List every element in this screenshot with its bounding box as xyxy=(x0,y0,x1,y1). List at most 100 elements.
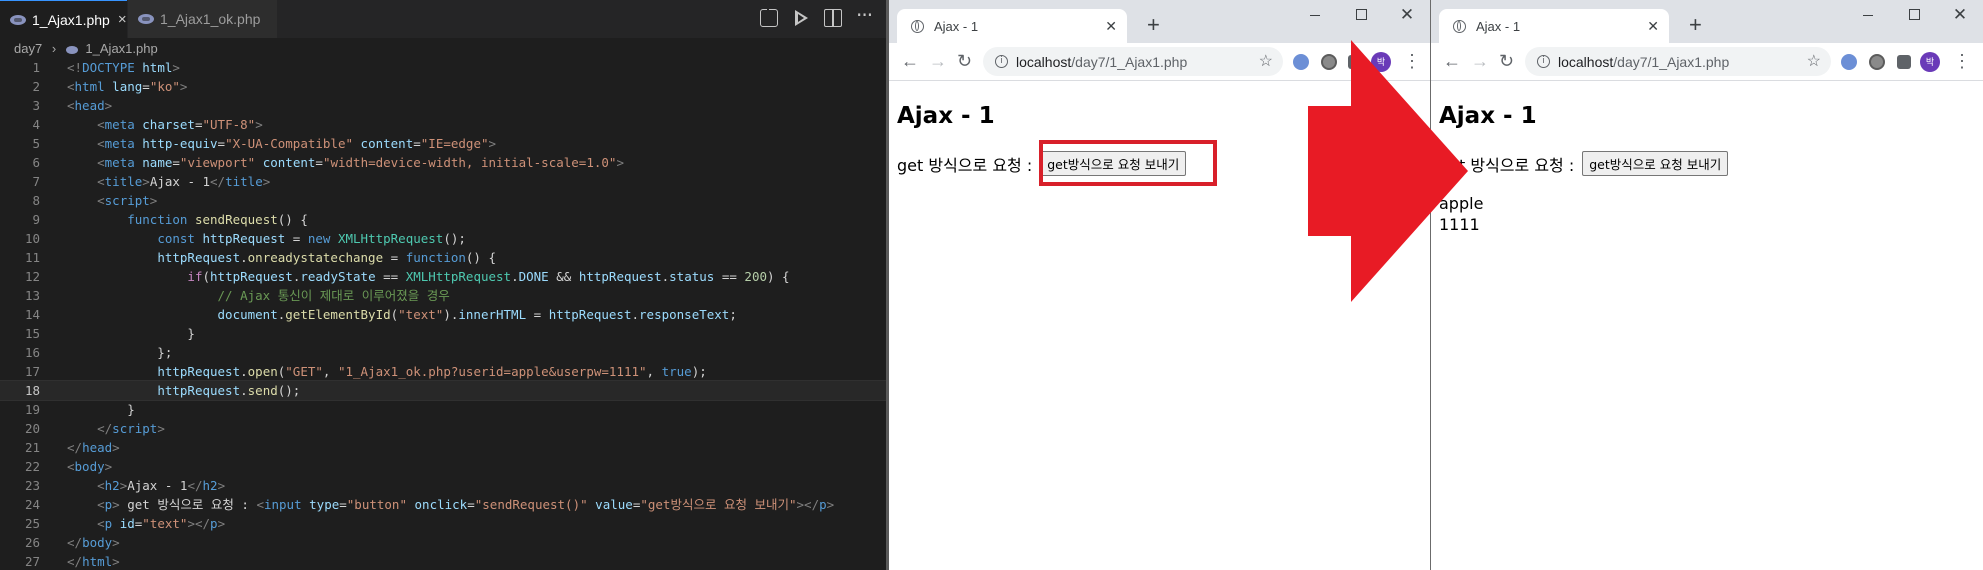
address-bar[interactable]: i localhost/day7/1_Ajax1.php ☆ xyxy=(983,47,1283,76)
code-line[interactable]: 20 </script> xyxy=(0,419,886,438)
code-token: content xyxy=(262,155,316,170)
tab-1-ajax1-ok-php[interactable]: 1_Ajax1_ok.php xyxy=(127,0,277,38)
code-line[interactable]: 26 </body> xyxy=(0,533,886,552)
browser-tab-title: Ajax - 1 xyxy=(934,18,979,34)
code-token: body xyxy=(82,535,113,550)
tab-1-ajax1-php[interactable]: 1_Ajax1.php × xyxy=(0,0,127,38)
code-token: "get방식으로 요청 보내기" xyxy=(640,497,797,512)
new-tab-icon[interactable]: + xyxy=(1147,12,1160,38)
code-line[interactable]: 8 <script> xyxy=(0,191,886,210)
maximize-icon[interactable] xyxy=(1338,0,1384,30)
code-line[interactable]: 24 <p> get 방식으로 요청 : <input type="button… xyxy=(0,495,886,514)
split-editor-icon[interactable] xyxy=(824,9,842,27)
new-tab-icon[interactable]: + xyxy=(1689,12,1702,38)
code-area[interactable]: 1 <!DOCTYPE html> 2 <html lang="ko"> 3 <head>… xyxy=(0,58,886,570)
code-token: h2 xyxy=(202,478,218,493)
code-token: "sendRequest()" xyxy=(474,497,588,512)
bookmark-star-icon[interactable]: ☆ xyxy=(1807,51,1821,71)
minimize-icon[interactable] xyxy=(1845,0,1891,30)
avatar[interactable]: 박 xyxy=(1920,52,1940,72)
bookmark-star-icon[interactable]: ☆ xyxy=(1259,51,1273,71)
extensions-puzzle-icon[interactable] xyxy=(1897,55,1911,69)
maximize-icon[interactable] xyxy=(1891,0,1937,30)
code-line[interactable]: 6 <meta name="viewport" content="width=d… xyxy=(0,153,886,172)
code-text: <meta http-equiv="X-UA-Compatible" conte… xyxy=(67,134,496,153)
window-close-icon[interactable]: ✕ xyxy=(1937,0,1983,30)
code-line[interactable]: 12 if(httpRequest.readyState == XMLHttpR… xyxy=(0,267,886,286)
run-icon[interactable] xyxy=(792,9,810,27)
reload-icon[interactable]: ↻ xyxy=(957,51,972,72)
extension-icon[interactable] xyxy=(1841,54,1857,70)
code-token: == xyxy=(714,269,745,284)
code-line[interactable]: 9 function sendRequest() { xyxy=(0,210,886,229)
extension-icon[interactable] xyxy=(1293,54,1309,70)
tab-label: 1_Ajax1_ok.php xyxy=(160,11,261,27)
info-icon[interactable]: i xyxy=(995,55,1008,68)
info-icon[interactable]: i xyxy=(1537,55,1550,68)
code-token: type xyxy=(309,497,340,512)
code-token: > xyxy=(112,535,120,550)
code-token: </ xyxy=(97,421,113,436)
window-close-icon[interactable]: ✕ xyxy=(1384,0,1430,30)
code-token: httpRequest xyxy=(548,307,632,322)
code-token: = xyxy=(383,250,406,265)
code-line[interactable]: 23 <h2>Ajax - 1</h2> xyxy=(0,476,886,495)
code-text: httpRequest.open("GET", "1_Ajax1_ok.php?… xyxy=(67,362,706,381)
code-line[interactable]: 2 <html lang="ko"> xyxy=(0,77,886,96)
code-token: </ xyxy=(67,554,83,569)
code-line[interactable]: 15 } xyxy=(0,324,886,343)
code-line[interactable]: 21 </head> xyxy=(0,438,886,457)
browser-tab-strip: Ajax - 1 ✕ + ✕ xyxy=(1431,0,1983,43)
extension-icon[interactable] xyxy=(1869,54,1885,70)
code-text: <body> xyxy=(67,457,112,476)
address-bar[interactable]: i localhost/day7/1_Ajax1.php ☆ xyxy=(1525,47,1831,76)
code-token: DOCTYPE xyxy=(82,60,135,75)
code-text: function sendRequest() { xyxy=(67,210,308,229)
forward-icon[interactable]: → xyxy=(929,51,947,72)
code-token: () { xyxy=(465,250,497,265)
menu-icon[interactable]: ⋮ xyxy=(1953,51,1971,72)
code-token: < xyxy=(97,497,105,512)
code-line[interactable]: 16 }; xyxy=(0,343,886,362)
more-actions-icon[interactable]: ··· xyxy=(856,5,874,27)
code-text: <meta name="viewport" content="width=dev… xyxy=(67,153,624,172)
browser-tab[interactable]: Ajax - 1 ✕ xyxy=(897,9,1127,43)
browser-tab[interactable]: Ajax - 1 ✕ xyxy=(1439,9,1669,43)
code-text: // Ajax 통신이 제대로 이루어졌을 경우 xyxy=(67,286,450,305)
browser-tab-strip: Ajax - 1 ✕ + ✕ xyxy=(889,0,1430,43)
code-line[interactable]: 18 httpRequest.send(); xyxy=(0,380,886,401)
reload-icon[interactable]: ↻ xyxy=(1499,51,1514,72)
back-icon[interactable]: ← xyxy=(901,51,919,72)
code-line[interactable]: 14 document.getElementById("text").inner… xyxy=(0,305,886,324)
code-line[interactable]: 17 httpRequest.open("GET", "1_Ajax1_ok.p… xyxy=(0,362,886,381)
code-line[interactable]: 27 </html> xyxy=(0,552,886,570)
code-token: > xyxy=(172,60,180,75)
breadcrumb-folder[interactable]: day7 xyxy=(14,41,42,56)
code-line[interactable]: 7 <title>Ajax - 1</title> xyxy=(0,172,886,191)
send-request-button[interactable]: get방식으로 요청 보내기 xyxy=(1582,151,1729,176)
close-tab-icon[interactable]: ✕ xyxy=(1647,18,1659,35)
code-line[interactable]: 13 // Ajax 통신이 제대로 이루어졌을 경우 xyxy=(0,286,886,305)
breadcrumb-file[interactable]: 1_Ajax1.php xyxy=(85,41,157,56)
minimize-icon[interactable] xyxy=(1292,0,1338,30)
code-line[interactable]: 22 <body> xyxy=(0,457,886,476)
code-line[interactable]: 5 <meta http-equiv="X-UA-Compatible" con… xyxy=(0,134,886,153)
code-line[interactable]: 1 <!DOCTYPE html> xyxy=(0,58,886,77)
close-tab-icon[interactable]: ✕ xyxy=(1105,18,1117,35)
code-token: XMLHttpRequest xyxy=(337,231,444,246)
line-number: 24 xyxy=(24,497,40,512)
code-line[interactable]: 11 httpRequest.onreadystatechange = func… xyxy=(0,248,886,267)
forward-icon[interactable]: → xyxy=(1471,51,1489,72)
close-icon[interactable]: × xyxy=(118,11,127,28)
code-line[interactable]: 3 <head> xyxy=(0,96,886,115)
code-line[interactable]: 4 <meta charset="UTF-8"> xyxy=(0,115,886,134)
open-changes-icon[interactable] xyxy=(760,8,778,27)
code-line[interactable]: 10 const httpRequest = new XMLHttpReques… xyxy=(0,229,886,248)
code-line[interactable]: 25 <p id="text"></p> xyxy=(0,514,886,533)
line-number: 11 xyxy=(24,250,40,265)
code-line[interactable]: 19 } xyxy=(0,400,886,419)
